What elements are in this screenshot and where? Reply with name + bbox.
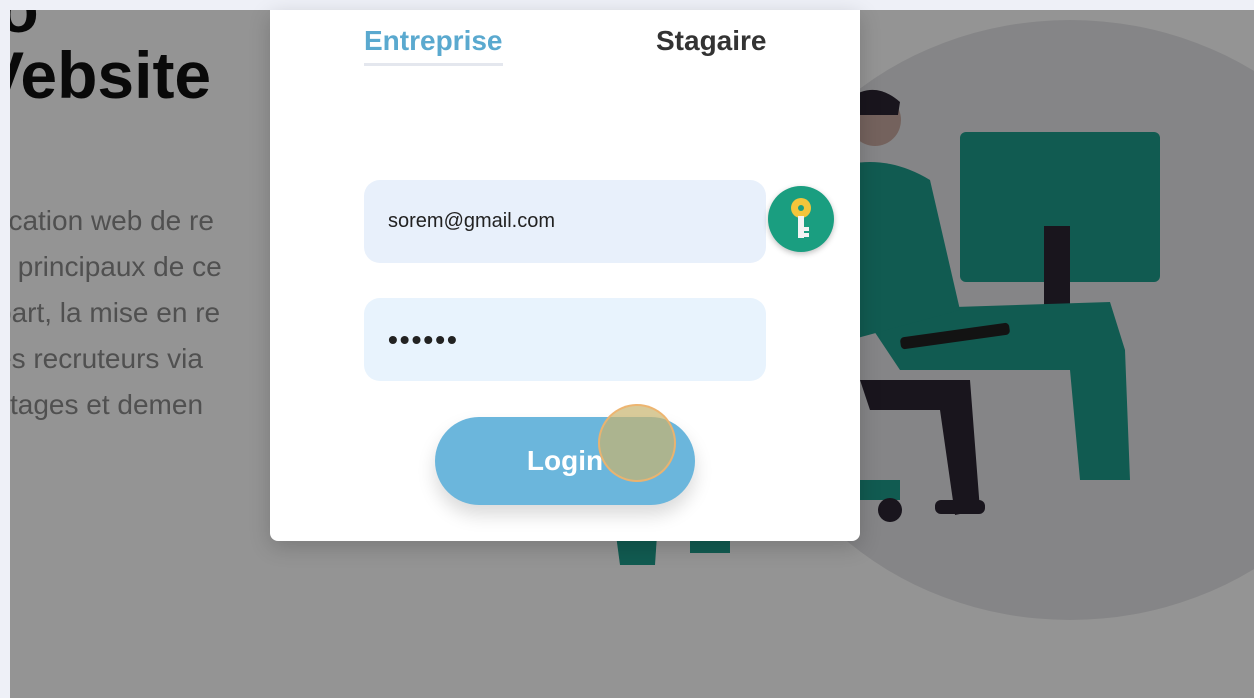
password-field[interactable]: •••••• [364,298,766,381]
login-button-label: Login [526,445,604,476]
email-field[interactable]: sorem@gmail.com [364,180,766,263]
key-icon [768,186,834,252]
login-modal: Entreprise Stagaire sorem@gmail.com ••••… [270,10,860,541]
tab-entreprise[interactable]: Entreprise [364,24,503,66]
click-indicator [598,404,676,482]
tab-stagaire[interactable]: Stagaire [656,24,767,58]
password-mask: •••••• [388,323,459,355]
email-value: sorem@gmail.com [388,210,556,232]
